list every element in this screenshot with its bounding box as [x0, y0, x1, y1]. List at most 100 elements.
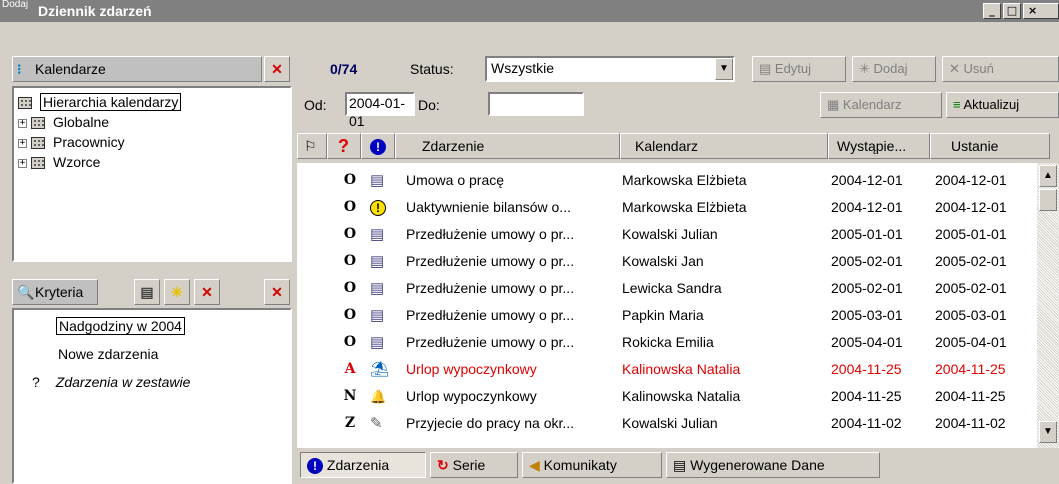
- calendar-button[interactable]: ▦ Kalendarz: [820, 92, 942, 118]
- scroll-up-icon[interactable]: ▲: [1039, 165, 1057, 187]
- row-calendar: Kowalski Jan: [622, 253, 704, 269]
- tree-root[interactable]: Hierarchia kalendarzy: [18, 92, 182, 112]
- close-button[interactable]: ×: [1023, 3, 1059, 19]
- expand-icon[interactable]: +: [18, 118, 27, 128]
- tree-item-label: Globalne: [53, 114, 110, 130]
- end-column-header[interactable]: Ustanie: [930, 133, 1050, 159]
- delete-button[interactable]: ✕ Usuń: [942, 56, 1059, 82]
- row-occurrence-date: 2004-11-25: [831, 361, 902, 377]
- row-event: Przedłużenie umowy o pr...: [406, 253, 575, 269]
- row-calendar: Kowalski Julian: [622, 226, 718, 242]
- document-icon: ▤: [370, 226, 385, 243]
- add-button[interactable]: ✳ Dodaj: [852, 56, 936, 82]
- warning-icon: !: [370, 194, 394, 221]
- row-event: Przyjecie do pracy na okr...: [406, 415, 575, 431]
- row-mark: O: [343, 307, 357, 323]
- calendar-icon: [31, 117, 45, 130]
- delete-icon: ✕: [949, 61, 964, 76]
- row-end-date: 2005-01-01: [935, 226, 1007, 242]
- row-mark: O: [343, 334, 357, 350]
- row-occurrence-date: 2004-12-01: [831, 199, 903, 215]
- minimize-button[interactable]: _: [983, 3, 1001, 19]
- row-end-date: 2005-03-01: [935, 307, 1007, 323]
- row-mark: O: [343, 253, 357, 269]
- close-calendars-button[interactable]: ✕: [264, 56, 290, 82]
- row-occurrence-date: 2005-02-01: [831, 253, 903, 269]
- table-row[interactable]: A ⛱ Urlop wypoczynkowy Kalinowska Natalia 20…: [297, 356, 1037, 383]
- row-occurrence-date: 2004-12-01: [831, 172, 903, 188]
- row-event: Umowa o pracę: [406, 172, 505, 188]
- table-row[interactable]: O! Uaktywnienie bilansów o... Markowska El…: [297, 194, 1037, 221]
- close-criteria-button[interactable]: ✕: [264, 279, 290, 305]
- calendar-tree: Hierarchia kalendarzy + Globalne + Pracown…: [12, 86, 292, 262]
- row-end-date: 2004-12-01: [935, 172, 1007, 188]
- row-event: Przedłużenie umowy o pr...: [406, 334, 575, 350]
- tab-komunikaty[interactable]: ◀ Komunikaty: [522, 452, 662, 478]
- sparkle-icon: ✳: [859, 61, 874, 76]
- properties-icon: ▤: [140, 284, 154, 300]
- table-row[interactable]: O ▤ Przedłużenie umowy o pr... Kowalski Jan…: [297, 248, 1037, 275]
- row-occurrence-date: 2004-11-02: [831, 415, 902, 431]
- row-end-date: 2005-02-01: [935, 280, 1007, 296]
- tab-serie[interactable]: ↻ Serie: [430, 452, 518, 478]
- event-column-header[interactable]: Zdarzenie: [395, 133, 620, 159]
- data-icon: ▤: [673, 457, 687, 473]
- table-row[interactable]: O ▤ Przedłużenie umowy o pr... Rokicka Emil…: [297, 329, 1037, 356]
- table-row[interactable]: O ▤ Przedłużenie umowy o pr... Lewicka Sand…: [297, 275, 1037, 302]
- to-date-input[interactable]: [488, 92, 584, 116]
- status-select[interactable]: Wszystkie ▼: [485, 56, 735, 82]
- table-row[interactable]: O ▤ Umowa o pracę Markowska Elżbieta 2004-12…: [297, 167, 1037, 194]
- add-criteria-button[interactable]: ✳: [164, 279, 190, 305]
- calendar-icon: [18, 97, 32, 110]
- search-icon: 🔍: [17, 284, 35, 300]
- info-column-header[interactable]: !: [361, 133, 395, 159]
- calendar-column-header[interactable]: Kalendarz: [620, 133, 828, 159]
- tree-item-label: Wzorce: [53, 154, 101, 170]
- criteria-marker: ?: [32, 374, 40, 390]
- row-calendar: Markowska Elżbieta: [622, 199, 747, 215]
- row-event: Urlop wypoczynkowy: [406, 361, 537, 377]
- expand-icon[interactable]: +: [18, 138, 27, 148]
- priority-column-header[interactable]: ?: [327, 133, 361, 159]
- properties-button[interactable]: ▤: [134, 279, 160, 305]
- criteria-list: Nadgodziny w 2004 Nowe zdarzenia ? Zdarze…: [12, 308, 292, 484]
- table-row[interactable]: O ▤ Przedłużenie umowy o pr... Papkin Maria…: [297, 302, 1037, 329]
- row-event: Uaktywnienie bilansów o...: [406, 199, 571, 215]
- tree-item-wzorce[interactable]: + Wzorce: [18, 152, 100, 172]
- row-mark: O: [343, 226, 357, 242]
- tree-item-pracownicy[interactable]: + Pracownicy: [18, 132, 125, 152]
- maximize-button[interactable]: □: [1003, 3, 1021, 19]
- table-row[interactable]: Z ✎ Przyjecie do pracy na okr... Kowalski J…: [297, 410, 1037, 437]
- row-calendar: Kowalski Julian: [622, 415, 718, 431]
- tree-item-label: Pracownicy: [53, 134, 125, 150]
- table-row[interactable]: O ▤ Przedłużenie umowy o pr... Kowalski Jul…: [297, 221, 1037, 248]
- chevron-down-icon[interactable]: ▼: [715, 58, 733, 80]
- hire-icon: ✎: [370, 415, 383, 432]
- from-date-input[interactable]: 2004-01-01: [345, 92, 415, 129]
- occurrence-column-header[interactable]: Wystąpie...: [828, 133, 930, 159]
- criteria-item[interactable]: Nadgodziny w 2004: [56, 316, 185, 336]
- table-row[interactable]: N 🔔 Urlop wypoczynkowy Kalinowska Natalia 20…: [297, 383, 1037, 410]
- tree-item-globalne[interactable]: + Globalne: [18, 112, 109, 132]
- row-occurrence-date: 2005-01-01: [831, 226, 903, 242]
- vertical-scrollbar[interactable]: ▲ ▼: [1037, 163, 1059, 448]
- refresh-icon: ≡: [953, 97, 964, 112]
- flag-column-header[interactable]: ⚐: [297, 133, 327, 159]
- expand-icon[interactable]: +: [18, 158, 27, 168]
- row-mark: O: [343, 199, 357, 215]
- tab-zdarzenia[interactable]: ! Zdarzenia: [300, 452, 426, 478]
- status-value: Wszystkie: [491, 60, 554, 76]
- edit-button[interactable]: ▤ Edytuj: [752, 56, 846, 82]
- row-event: Przedłużenie umowy o pr...: [406, 307, 575, 323]
- row-mark: Z: [344, 415, 356, 431]
- tab-label: Serie: [452, 457, 486, 473]
- criteria-item[interactable]: Nowe zdarzenia: [58, 344, 158, 364]
- row-end-date: 2004-11-25: [935, 361, 1006, 377]
- tab-wygenerowane-dane[interactable]: ▤ Wygenerowane Dane: [666, 452, 880, 478]
- criteria-item[interactable]: ? Zdarzenia w zestawie: [32, 372, 190, 392]
- refresh-button[interactable]: ≡ Aktualizuj: [946, 92, 1059, 118]
- delete-criteria-button[interactable]: ✕: [194, 279, 220, 305]
- scrollbar-thumb[interactable]: [1039, 189, 1057, 211]
- scroll-down-icon[interactable]: ▼: [1039, 421, 1057, 443]
- row-calendar: Lewicka Sandra: [622, 280, 722, 296]
